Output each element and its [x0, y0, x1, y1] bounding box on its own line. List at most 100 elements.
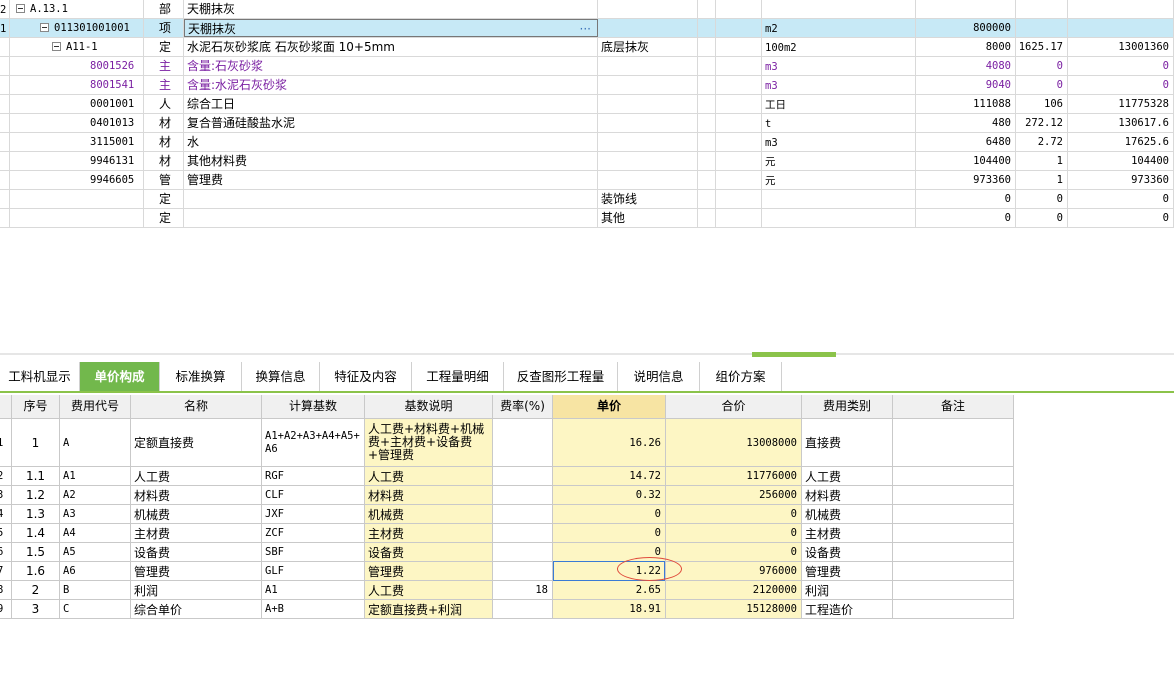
cell-total[interactable]: 976000 — [666, 562, 802, 580]
cell-category[interactable]: 设备费 — [802, 543, 893, 561]
cell-note[interactable] — [893, 486, 1014, 504]
column-header[interactable] — [0, 395, 12, 418]
grid-cell-price[interactable]: 1625.17 — [1016, 38, 1068, 56]
cell-unit_price[interactable]: 16.26 — [553, 419, 666, 466]
cell-unit_price[interactable]: 0 — [553, 524, 666, 542]
cell-unit_price[interactable]: 0.32 — [553, 486, 666, 504]
active-cell-editor[interactable] — [553, 561, 665, 581]
cost-row[interactable]: 4 1.3 A3 机械费 JXF 机械费 0 0 机械费 — [0, 505, 1014, 524]
column-header[interactable]: 合价 — [666, 395, 802, 418]
cost-row[interactable]: 3 1.2 A2 材料费 CLF 材料费 0.32 256000 材料费 — [0, 486, 1014, 505]
cell-category[interactable]: 人工费 — [802, 467, 893, 485]
cell-note[interactable] — [893, 581, 1014, 599]
cell-total[interactable]: 15128000 — [666, 600, 802, 618]
cell-unit_price[interactable]: 2.65 — [553, 581, 666, 599]
grid-cell-name[interactable]: 管理费 — [184, 171, 598, 189]
cell-total[interactable]: 13008000 — [666, 419, 802, 466]
grid-cell-name[interactable]: 含量:石灰砂浆 — [184, 57, 598, 75]
grid-cell-price[interactable]: 0 — [1016, 209, 1068, 227]
grid-row[interactable]: 9946605 管 管理费 元 973360 1 973360 — [0, 171, 1174, 190]
cell-base_desc[interactable]: 人工费 — [365, 581, 493, 599]
grid-row[interactable]: 8001541 主 含量:水泥石灰砂浆 m3 9040 0 0 — [0, 76, 1174, 95]
cell-rate[interactable] — [493, 600, 553, 618]
cell-rate[interactable] — [493, 543, 553, 561]
cell-category[interactable]: 管理费 — [802, 562, 893, 580]
cell-total[interactable]: 0 — [666, 524, 802, 542]
cell-note[interactable] — [893, 543, 1014, 561]
tab-4[interactable]: 换算信息 — [242, 362, 320, 391]
tab-2[interactable]: 单价构成 — [80, 362, 160, 391]
tab-7[interactable]: 反查图形工程量 — [504, 362, 618, 391]
cell-note[interactable] — [893, 600, 1014, 618]
grid-row[interactable]: 3115001 材 水 m3 6480 2.72 17625.6 — [0, 133, 1174, 152]
grid-cell-price[interactable]: 1 — [1016, 171, 1068, 189]
cell-base_desc[interactable]: 定额直接费+利润 — [365, 600, 493, 618]
collapse-toggle-icon[interactable] — [40, 23, 49, 32]
cell-category[interactable]: 工程造价 — [802, 600, 893, 618]
cell-base_desc[interactable]: 设备费 — [365, 543, 493, 561]
grid-cell-price[interactable]: 1 — [1016, 152, 1068, 170]
cell-rate[interactable] — [493, 524, 553, 542]
cell-total[interactable]: 0 — [666, 543, 802, 561]
cell-note[interactable] — [893, 419, 1014, 466]
grid-cell-qty[interactable]: 800000 — [916, 19, 1016, 37]
cell-note[interactable] — [893, 524, 1014, 542]
cell-total[interactable]: 2120000 — [666, 581, 802, 599]
cell-category[interactable]: 机械费 — [802, 505, 893, 523]
grid-cell-name[interactable]: 复合普通硅酸盐水泥 — [184, 114, 598, 132]
grid-cell-price[interactable]: 2.72 — [1016, 133, 1068, 151]
column-header[interactable]: 费率(%) — [493, 395, 553, 418]
cost-row[interactable]: 2 1.1 A1 人工费 RGF 人工费 14.72 11776000 人工费 — [0, 467, 1014, 486]
tab-1[interactable]: 工料机显示 — [0, 362, 80, 391]
cost-row[interactable]: 1 1 A 定额直接费 A1+A2+A3+A4+A5+A6 人工费+材料费+机械费+主材费… — [0, 419, 1014, 467]
tab-8[interactable]: 说明信息 — [618, 362, 700, 391]
grid-row[interactable]: 8001526 主 含量:石灰砂浆 m3 4080 0 0 — [0, 57, 1174, 76]
cell-base_desc[interactable]: 主材费 — [365, 524, 493, 542]
grid-cell-price[interactable] — [1016, 0, 1068, 18]
cell-unit_price[interactable]: 0 — [553, 505, 666, 523]
collapse-toggle-icon[interactable] — [52, 42, 61, 51]
grid-cell-price[interactable]: 0 — [1016, 57, 1068, 75]
collapse-toggle-icon[interactable] — [16, 4, 25, 13]
cell-rate[interactable] — [493, 467, 553, 485]
grid-row[interactable]: 定 其他 0 0 0 — [0, 209, 1174, 228]
tab-5[interactable]: 特征及内容 — [320, 362, 412, 391]
grid-cell-name[interactable] — [184, 209, 598, 227]
grid-cell-name[interactable]: 综合工日 — [184, 95, 598, 113]
column-header[interactable]: 基数说明 — [365, 395, 493, 418]
cell-base_desc[interactable]: 材料费 — [365, 486, 493, 504]
grid-cell-price[interactable] — [1016, 19, 1068, 37]
grid-cell-price[interactable]: 0 — [1016, 76, 1068, 94]
grid-cell-qty[interactable]: 6480 — [916, 133, 1016, 151]
cell-category[interactable]: 直接费 — [802, 419, 893, 466]
cell-total[interactable]: 11776000 — [666, 467, 802, 485]
cell-note[interactable] — [893, 562, 1014, 580]
grid-cell-name[interactable]: 天棚抹灰 ··· — [184, 19, 598, 37]
grid-cell-name[interactable]: 天棚抹灰 — [184, 0, 598, 18]
cell-note[interactable] — [893, 505, 1014, 523]
cell-rate[interactable]: 18 — [493, 581, 553, 599]
grid-cell-name[interactable]: 含量:水泥石灰砂浆 — [184, 76, 598, 94]
column-header[interactable]: 费用类别 — [802, 395, 893, 418]
grid-cell-price[interactable]: 272.12 — [1016, 114, 1068, 132]
more-options-icon[interactable]: ··· — [580, 20, 591, 36]
column-header[interactable]: 单价 — [553, 395, 666, 418]
grid-row[interactable]: 0401013 材 复合普通硅酸盐水泥 t 480 272.12 130617.6 — [0, 114, 1174, 133]
cost-row[interactable]: 6 1.5 A5 设备费 SBF 设备费 0 0 设备费 — [0, 543, 1014, 562]
splitter-grip[interactable] — [752, 352, 836, 357]
grid-cell-name[interactable]: 其他材料费 — [184, 152, 598, 170]
cost-row[interactable]: 71.6A6管理费GLF管理费1.22976000管理费 — [0, 562, 1014, 581]
cell-category[interactable]: 利润 — [802, 581, 893, 599]
cell-category[interactable]: 主材费 — [802, 524, 893, 542]
grid-cell-qty[interactable]: 111088 — [916, 95, 1016, 113]
tab-6[interactable]: 工程量明细 — [412, 362, 504, 391]
cell-base_desc[interactable]: 管理费 — [365, 562, 493, 580]
grid-cell-price[interactable]: 0 — [1016, 190, 1068, 208]
grid-cell-qty[interactable]: 4080 — [916, 57, 1016, 75]
cell-base_desc[interactable]: 人工费+材料费+机械费+主材费+设备费+管理费 — [365, 419, 493, 466]
cell-base_desc[interactable]: 机械费 — [365, 505, 493, 523]
grid-cell-qty[interactable]: 8000 — [916, 38, 1016, 56]
cell-category[interactable]: 材料费 — [802, 486, 893, 504]
grid-row[interactable]: 定 装饰线 0 0 0 — [0, 190, 1174, 209]
grid-cell-name[interactable]: 水泥石灰砂浆底 石灰砂浆面 10+5mm — [184, 38, 598, 56]
